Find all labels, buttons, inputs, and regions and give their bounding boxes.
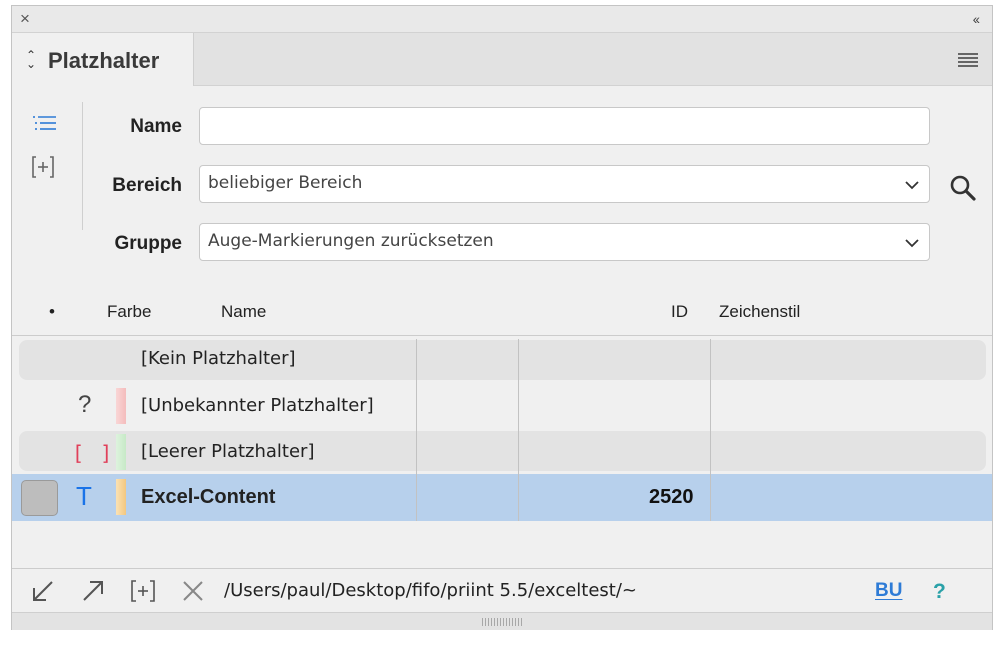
placeholder-panel: × ‹‹ ⌃ ⌄ Platzhalter Name Bereich beliebi… — [11, 5, 993, 630]
placeholder-id: 2520 — [649, 486, 694, 508]
question-icon: ? — [78, 391, 92, 418]
placeholder-name: Excel-Content — [141, 486, 276, 508]
color-swatch — [116, 434, 126, 470]
column-header-name[interactable]: Name — [221, 302, 266, 322]
column-header-farbe[interactable]: Farbe — [107, 302, 151, 322]
resize-grip-icon[interactable] — [482, 618, 522, 626]
gruppe-label: Gruppe — [114, 233, 182, 254]
column-header-id[interactable]: ID — [671, 302, 688, 322]
document-path: /Users/paul/Desktop/fifo/priint 5.5/exce… — [224, 580, 637, 601]
chevron-down-icon — [905, 239, 919, 248]
tab-arrows-icon: ⌃ ⌄ — [26, 48, 37, 71]
column-divider — [518, 339, 519, 521]
column-header-zeichenstil[interactable]: Zeichenstil — [719, 302, 800, 322]
column-divider — [416, 339, 417, 521]
tab-bar: ⌃ ⌄ Platzhalter — [12, 33, 992, 86]
bu-button[interactable]: BU — [875, 580, 902, 602]
name-input[interactable] — [200, 108, 933, 146]
bu-label: BU — [875, 580, 903, 601]
footer-divider — [12, 568, 992, 569]
gruppe-select[interactable]: Auge-Markierungen zurücksetzen — [199, 223, 930, 261]
bereich-label: Bereich — [112, 175, 182, 196]
tab-platzhalter[interactable]: ⌃ ⌄ Platzhalter — [12, 33, 194, 86]
name-field[interactable] — [199, 107, 933, 146]
placeholder-name: [Leerer Platzhalter] — [141, 441, 315, 462]
arrow-down-left-icon[interactable] — [30, 578, 56, 604]
chevron-down-icon — [905, 181, 919, 190]
row-thumbnail — [21, 480, 58, 516]
search-icon[interactable] — [949, 174, 977, 202]
placeholder-name: [Unbekannter Platzhalter] — [141, 395, 374, 416]
gruppe-value: Auge-Markierungen zurücksetzen — [208, 231, 494, 251]
add-frame-icon[interactable] — [129, 578, 157, 604]
text-icon: T — [76, 481, 92, 511]
empty-placeholder-icon: [ ] — [72, 441, 115, 465]
header-divider — [12, 335, 992, 336]
panel-menu-icon[interactable] — [958, 53, 978, 69]
color-swatch — [116, 479, 126, 515]
arrow-up-right-icon[interactable] — [80, 578, 106, 604]
resize-bar[interactable] — [12, 612, 992, 630]
color-swatch — [116, 388, 126, 424]
help-button[interactable]: ? — [933, 580, 946, 604]
placeholder-name: [Kein Platzhalter] — [141, 348, 296, 369]
panel-titlebar: × ‹‹ — [12, 6, 992, 33]
close-icon[interactable]: × — [20, 9, 30, 29]
column-divider — [710, 339, 711, 521]
delete-icon[interactable] — [180, 578, 206, 604]
column-header-dot[interactable]: • — [49, 302, 55, 322]
bereich-value: beliebiger Bereich — [208, 173, 363, 193]
collapse-icon[interactable]: ‹‹ — [973, 9, 980, 29]
tab-label: Platzhalter — [48, 48, 160, 73]
name-label: Name — [130, 116, 182, 137]
bereich-select[interactable]: beliebiger Bereich — [199, 165, 930, 203]
